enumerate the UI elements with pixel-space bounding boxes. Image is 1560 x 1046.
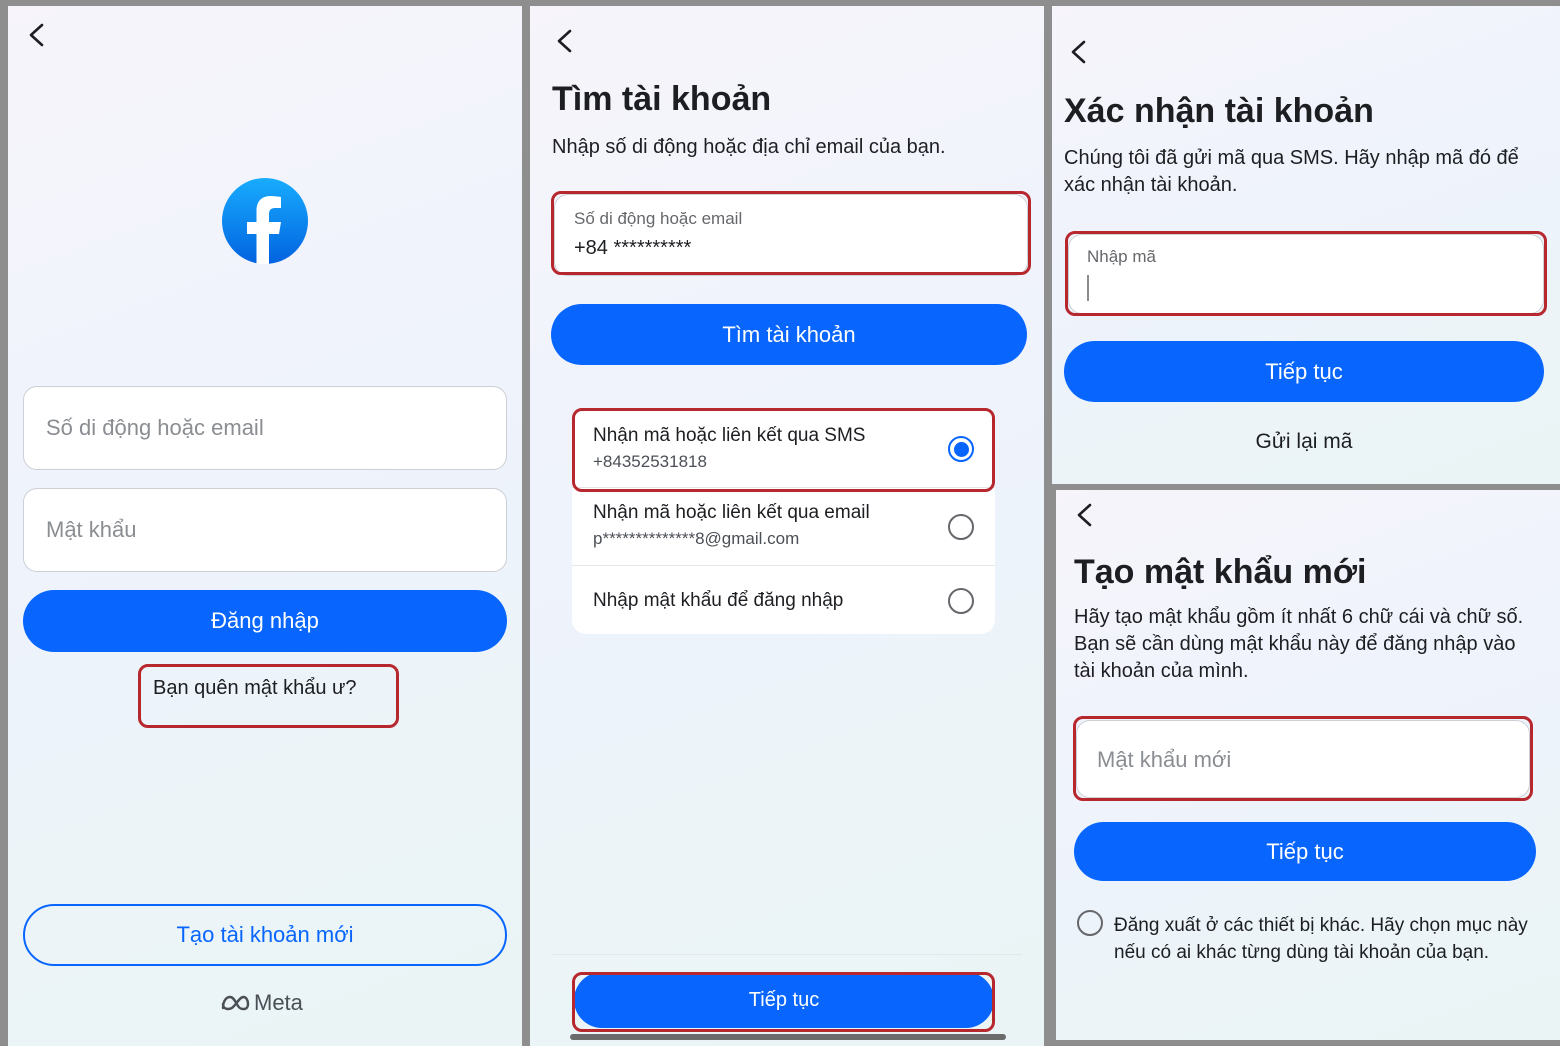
new-password-screen: Tạo mật khẩu mới Hãy tạo mật khẩu gồm ít… — [1056, 490, 1560, 1040]
facebook-logo-icon — [222, 178, 308, 264]
find-account-button[interactable]: Tìm tài khoản — [551, 304, 1027, 365]
page-title: Xác nhận tài khoản — [1064, 92, 1374, 130]
option-title: Nhập mật khẩu để đăng nhập — [593, 590, 844, 611]
password-placeholder: Mật khẩu — [46, 517, 137, 542]
back-chevron-icon[interactable] — [1074, 502, 1096, 528]
option-title: Nhận mã hoặc liên kết qua email — [593, 502, 870, 523]
continue-button[interactable]: Tiếp tục — [1074, 822, 1536, 881]
back-chevron-icon[interactable] — [26, 22, 48, 48]
resend-code-link[interactable]: Gửi lại mã — [1052, 430, 1556, 454]
page-title: Tìm tài khoản — [552, 80, 772, 118]
highlight-box — [1073, 716, 1533, 801]
radio-unselected[interactable] — [948, 588, 974, 614]
highlight-box — [1065, 231, 1547, 316]
password-input[interactable]: Mật khẩu — [23, 488, 507, 572]
logout-other-devices-radio[interactable] — [1077, 910, 1103, 936]
page-description: Hãy tạo mật khẩu gồm ít nhất 6 chữ cái v… — [1074, 606, 1524, 682]
meta-brand: Meta — [220, 990, 303, 1016]
option-password[interactable]: Nhập mật khẩu để đăng nhập — [572, 566, 995, 634]
page-description: Chúng tôi đã gửi mã qua SMS. Hãy nhập mã… — [1064, 147, 1519, 196]
confirm-account-screen: Xác nhận tài khoản Chúng tôi đã gửi mã q… — [1052, 6, 1560, 484]
continue-button[interactable]: Tiếp tục — [1064, 341, 1544, 402]
find-account-screen: Tìm tài khoản Nhập số di động hoặc địa c… — [530, 6, 1044, 1046]
scroll-indicator — [570, 1034, 1006, 1040]
phone-placeholder: Số di động hoặc email — [46, 415, 264, 440]
divider — [552, 954, 1022, 955]
logout-other-devices-label[interactable]: Đăng xuất ở các thiết bị khác. Hãy chọn … — [1114, 912, 1540, 966]
login-button[interactable]: Đăng nhập — [23, 590, 507, 652]
meta-label: Meta — [254, 990, 303, 1015]
option-subtitle: p**************8@gmail.com — [593, 529, 800, 548]
highlight-box — [572, 408, 995, 492]
login-screen: Số di động hoặc email Mật khẩu Đăng nhập… — [8, 6, 522, 1046]
create-account-button[interactable]: Tạo tài khoản mới — [23, 904, 507, 966]
highlight-box — [551, 191, 1031, 275]
meta-infinity-icon — [221, 995, 250, 1011]
back-chevron-icon[interactable] — [554, 28, 576, 54]
phone-or-email-input[interactable]: Số di động hoặc email — [23, 386, 507, 470]
radio-unselected[interactable] — [948, 514, 974, 540]
page-description: Nhập số di động hoặc địa chỉ email của b… — [552, 136, 946, 158]
highlight-box — [138, 664, 399, 728]
back-chevron-icon[interactable] — [1068, 39, 1090, 65]
option-email[interactable]: Nhận mã hoặc liên kết qua email p*******… — [572, 488, 995, 566]
page-title: Tạo mật khẩu mới — [1074, 553, 1367, 591]
highlight-box — [572, 972, 995, 1032]
